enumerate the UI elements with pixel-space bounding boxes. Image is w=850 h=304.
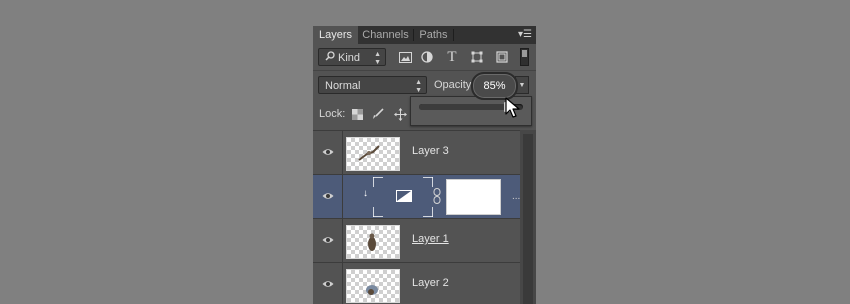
tab-divider [453, 29, 454, 41]
blend-mode-value: Normal [325, 80, 361, 92]
eye-icon[interactable] [322, 190, 334, 202]
layer-name: Layer 3 [412, 145, 449, 157]
opacity-label: Opacity: [434, 79, 475, 91]
updown-arrows-icon: ▲ ▼ [374, 51, 381, 66]
search-icon [325, 49, 335, 67]
divider [342, 263, 343, 304]
eye-icon[interactable] [322, 234, 334, 246]
layers-scrollbar[interactable] [520, 130, 536, 304]
chain-link-icon[interactable] [433, 188, 441, 207]
scrollbar-thumb[interactable] [523, 134, 533, 304]
adjustment-icon[interactable] [420, 50, 434, 64]
lock-move-icon[interactable] [393, 107, 407, 121]
shape-icon[interactable] [470, 50, 484, 64]
clipping-arrow-icon: ↓ [363, 188, 368, 199]
updown-arrows-icon: ▲ ▼ [415, 79, 422, 94]
kind-label: Kind [338, 52, 361, 64]
layer-thumbnail [346, 137, 400, 171]
layer-name: Layer 2 [412, 277, 449, 289]
tab-channels[interactable]: Channels [358, 26, 413, 44]
adjustment-layer-icon [396, 190, 412, 205]
eye-icon[interactable] [322, 146, 334, 158]
divider [342, 131, 343, 175]
layer-row[interactable]: Layer 2 [313, 262, 520, 304]
filter-toggle-icon[interactable] [520, 48, 529, 66]
layer-mask-thumbnail[interactable] [446, 179, 501, 215]
layer-row[interactable]: Layer 1 [313, 218, 520, 263]
opacity-input[interactable]: 85% [471, 72, 518, 100]
filter-row: Kind ▲ ▼ T [313, 47, 536, 67]
opacity-slider-fill [419, 104, 508, 110]
lock-brush-icon[interactable] [371, 107, 385, 121]
tab-paths[interactable]: Paths [414, 26, 453, 44]
divider [342, 175, 343, 219]
layer-row-selected[interactable]: ↓ ... [313, 174, 520, 219]
layer-name: Layer 1 [412, 233, 449, 245]
divider [313, 70, 536, 71]
panel-menu-icon[interactable]: ▾☰ [518, 26, 532, 44]
lock-label: Lock: [319, 108, 346, 120]
divider [342, 219, 343, 263]
image-icon[interactable] [398, 50, 412, 64]
eye-icon[interactable] [322, 278, 334, 290]
lock-pixels-icon[interactable] [350, 107, 364, 121]
text-icon[interactable]: T [445, 49, 459, 65]
smart-object-icon[interactable] [495, 50, 509, 64]
layers-panel: Layers Channels Paths ▾☰ Kind ▲ ▼ T Norm… [313, 26, 536, 304]
mouse-cursor-icon [505, 97, 521, 119]
layer-thumbnail [346, 269, 400, 303]
layer-row[interactable]: Layer 3 [313, 130, 520, 175]
blend-mode-dropdown[interactable]: Normal ▲ ▼ [318, 76, 427, 94]
tab-layers[interactable]: Layers [313, 26, 358, 44]
layers-list: Layer 3 ↓ ... Layer 1 Layer 2 [313, 130, 520, 304]
kind-filter-dropdown[interactable]: Kind ▲ ▼ [318, 48, 386, 66]
panel-tabbar: Layers Channels Paths ▾☰ [313, 26, 536, 44]
layer-thumbnail [346, 225, 400, 259]
